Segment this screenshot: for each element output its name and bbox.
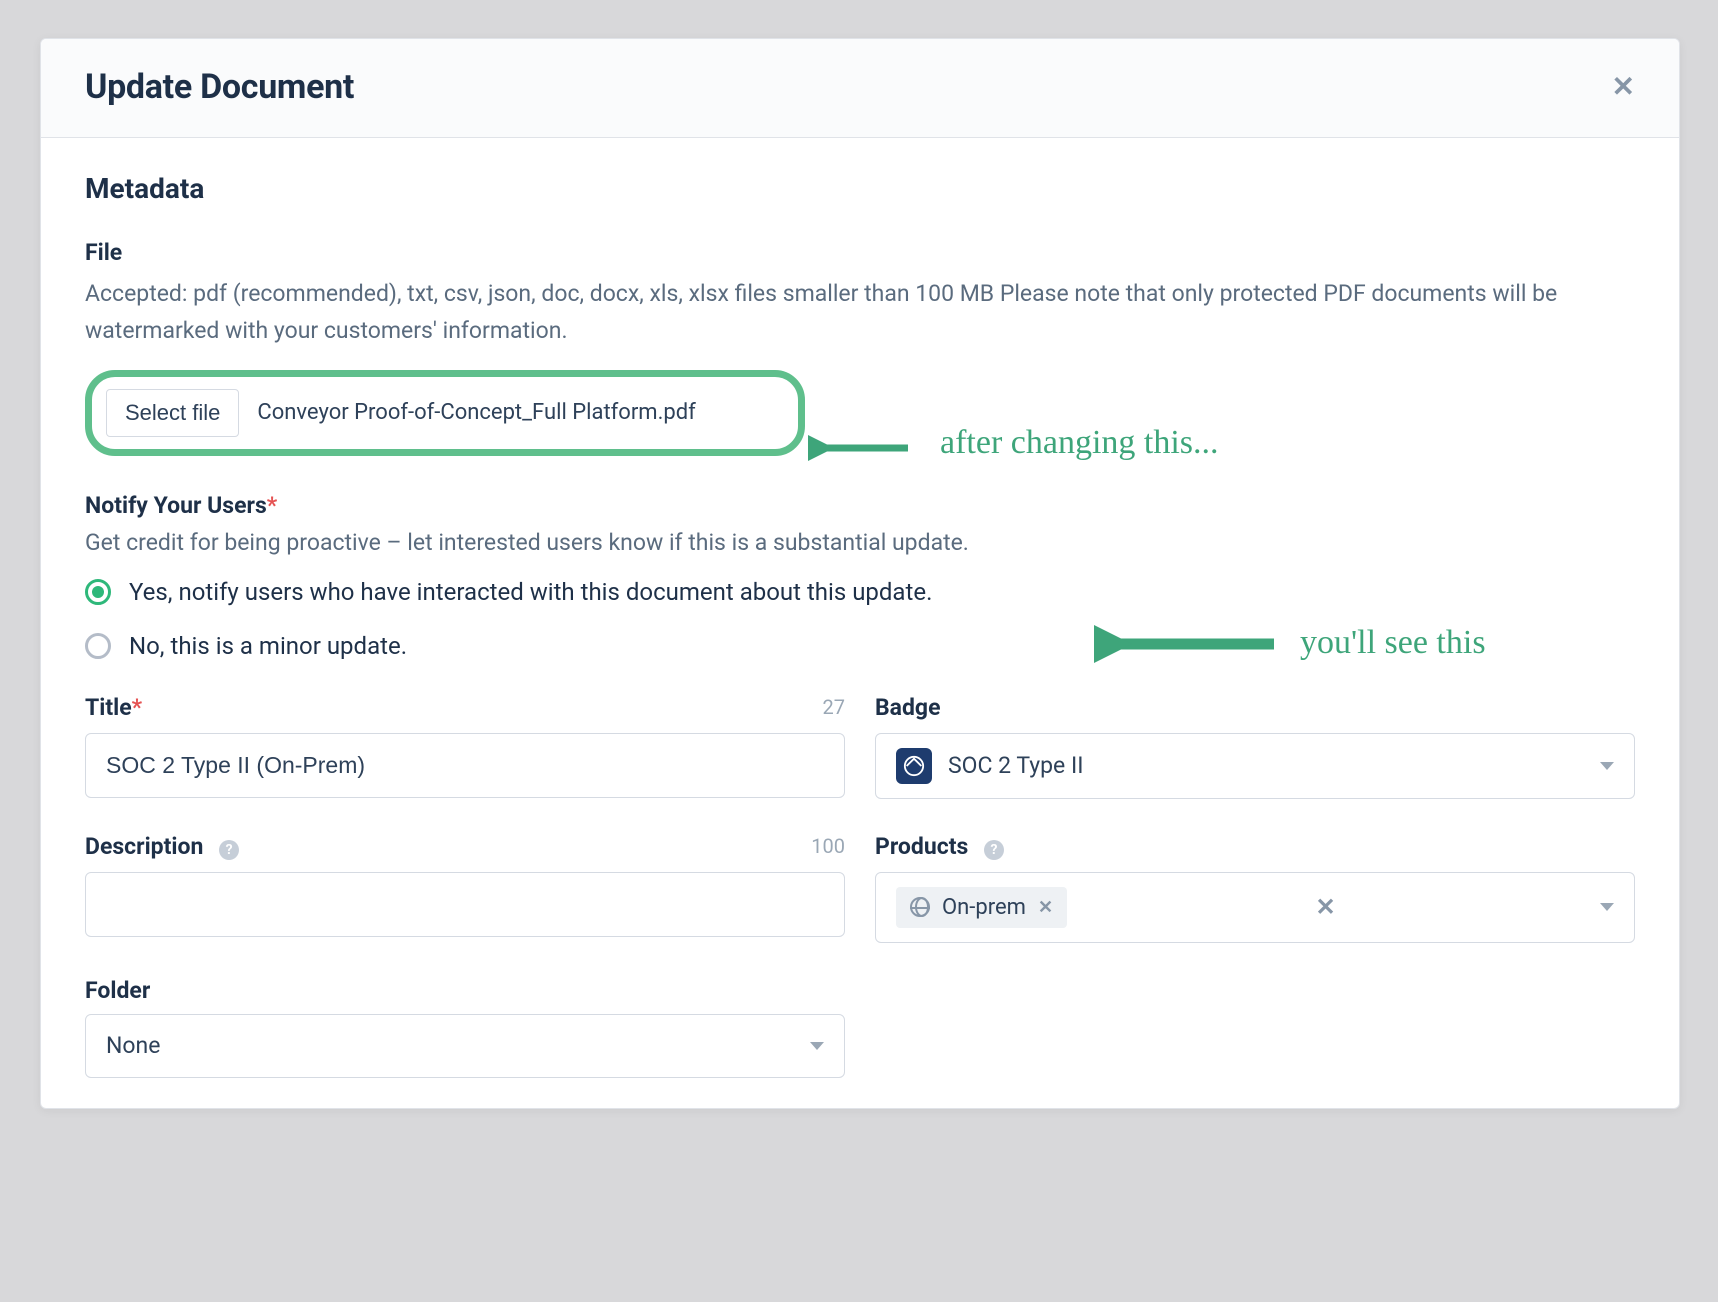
select-file-button[interactable]: Select file	[106, 389, 239, 437]
products-select[interactable]: On-prem ✕ ✕	[875, 872, 1635, 943]
globe-icon	[910, 897, 930, 917]
update-document-modal: Update Document ✕ Metadata File Accepted…	[40, 38, 1680, 1109]
file-help-text: Accepted: pdf (recommended), txt, csv, j…	[85, 276, 1635, 350]
modal-title: Update Document	[85, 67, 354, 107]
chevron-down-icon	[1600, 903, 1614, 911]
title-char-count: 27	[823, 695, 845, 719]
title-label: Title*	[85, 694, 142, 721]
products-label: Products ?	[875, 833, 1004, 860]
notify-yes-label: Yes, notify users who have interacted wi…	[129, 578, 932, 606]
help-icon[interactable]: ?	[984, 840, 1004, 860]
title-label-text: Title	[85, 694, 132, 721]
notify-label-text: Notify Your Users	[85, 492, 267, 519]
file-picker-highlight: Select file Conveyor Proof-of-Concept_Fu…	[85, 370, 805, 456]
notify-label: Notify Your Users*	[85, 492, 1635, 519]
notify-no-row[interactable]: No, this is a minor update.	[85, 632, 1635, 660]
badge-value: SOC 2 Type II	[948, 752, 1083, 779]
description-label-text: Description	[85, 833, 203, 860]
required-asterisk: *	[132, 694, 142, 721]
folder-label: Folder	[85, 977, 1635, 1004]
help-icon[interactable]: ?	[219, 840, 239, 860]
description-label: Description ?	[85, 833, 239, 860]
radio-selected-icon[interactable]	[85, 579, 111, 605]
notify-no-label: No, this is a minor update.	[129, 632, 407, 660]
chevron-down-icon	[1600, 762, 1614, 770]
remove-tag-icon[interactable]: ✕	[1038, 897, 1053, 918]
notify-description: Get credit for being proactive – let int…	[85, 529, 1635, 556]
title-input[interactable]	[85, 733, 845, 798]
soc2-badge-icon	[896, 748, 932, 784]
modal-body: Metadata File Accepted: pdf (recommended…	[41, 138, 1679, 1108]
chevron-down-icon	[810, 1042, 824, 1050]
notify-yes-row[interactable]: Yes, notify users who have interacted wi…	[85, 578, 1635, 606]
file-label: File	[85, 239, 1635, 266]
close-icon[interactable]: ✕	[1612, 73, 1635, 101]
radio-unselected-icon[interactable]	[85, 633, 111, 659]
description-char-count: 100	[811, 834, 845, 858]
product-tag: On-prem ✕	[896, 887, 1067, 928]
products-label-text: Products	[875, 833, 968, 860]
required-asterisk: *	[267, 492, 277, 519]
badge-select[interactable]: SOC 2 Type II	[875, 733, 1635, 799]
folder-select[interactable]: None	[85, 1014, 845, 1078]
modal-header: Update Document ✕	[41, 39, 1679, 138]
metadata-heading: Metadata	[85, 172, 1635, 205]
description-input[interactable]	[85, 872, 845, 937]
product-tag-label: On-prem	[942, 895, 1026, 920]
badge-label: Badge	[875, 694, 941, 721]
folder-value: None	[106, 1032, 160, 1059]
selected-filename: Conveyor Proof-of-Concept_Full Platform.…	[257, 400, 695, 425]
clear-all-icon[interactable]: ✕	[1315, 893, 1335, 921]
